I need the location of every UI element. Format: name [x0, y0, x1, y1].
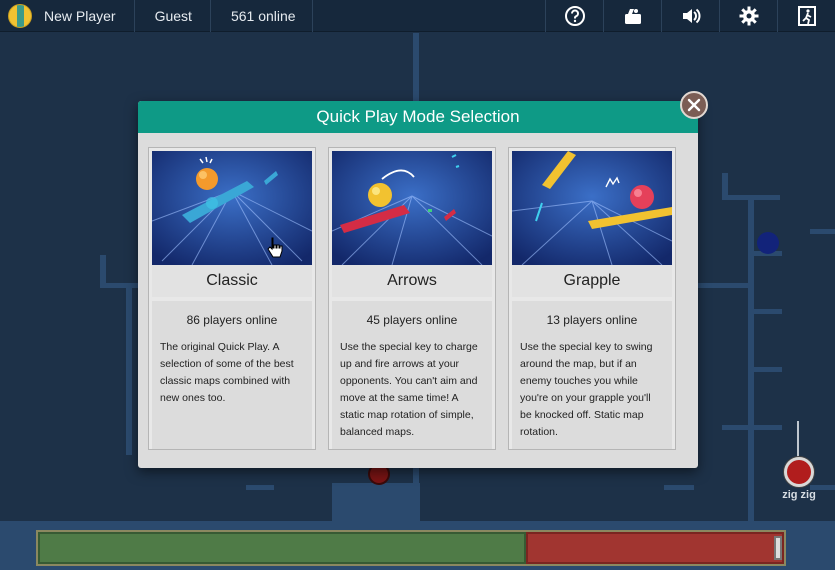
- mode-player-count: 45 players online: [366, 313, 458, 327]
- mode-player-count: 86 players online: [186, 313, 278, 327]
- grapple-image: [512, 151, 672, 265]
- map-platform: [413, 33, 419, 103]
- settings-button[interactable]: [719, 0, 777, 32]
- camera-button[interactable]: [603, 0, 661, 32]
- close-icon: [687, 98, 701, 112]
- close-button[interactable]: [680, 91, 708, 119]
- account-status: Guest: [135, 0, 211, 32]
- map-platform: [810, 229, 835, 234]
- help-icon: [564, 6, 585, 26]
- online-count: 561 online: [211, 0, 313, 32]
- player-ball: [784, 457, 814, 487]
- settings-icon: [739, 6, 758, 26]
- bar-red-segment: [526, 532, 784, 564]
- mode-name: Arrows: [332, 265, 492, 297]
- bar-handle[interactable]: [774, 536, 782, 560]
- camera-icon: [624, 9, 641, 24]
- volume-icon: [682, 8, 700, 24]
- cursor-icon: [267, 237, 283, 258]
- map-platform: [722, 173, 728, 197]
- player-cell[interactable]: New Player: [0, 0, 135, 32]
- bar-green-segment: [38, 532, 526, 564]
- opponent-ball: [757, 232, 779, 254]
- mode-card-classic[interactable]: Classic 86 players online The original Q…: [148, 147, 316, 450]
- map-platform: [100, 283, 138, 288]
- map-platform: [698, 283, 754, 288]
- volume-button[interactable]: [661, 0, 719, 32]
- map-platform: [748, 433, 754, 523]
- map-platform: [126, 283, 132, 455]
- exit-icon: [797, 6, 816, 26]
- classic-image: [152, 151, 312, 265]
- mode-description: Use the special key to charge up and fir…: [340, 341, 478, 438]
- map-platform: [722, 425, 782, 430]
- mode-details: 86 players online The original Quick Pla…: [152, 301, 312, 449]
- dialog-title: Quick Play Mode Selection: [138, 101, 698, 133]
- mode-description: Use the special key to swing around the …: [520, 341, 653, 438]
- player-indicator: [797, 421, 799, 457]
- map-platform: [332, 483, 420, 523]
- mode-name: Grapple: [512, 265, 672, 297]
- arrows-image: [332, 151, 492, 265]
- mode-name: Classic: [152, 265, 312, 297]
- map-platform: [748, 195, 754, 435]
- player-name[interactable]: New Player: [44, 8, 134, 24]
- map-platform: [664, 485, 694, 490]
- mode-cards: Classic 86 players online The original Q…: [148, 147, 688, 450]
- map-platform: [246, 485, 274, 490]
- map-platform: [748, 309, 782, 314]
- player-label: zig zig: [782, 489, 816, 501]
- exit-button[interactable]: [777, 0, 835, 32]
- avatar[interactable]: [8, 3, 32, 28]
- quick-play-dialog: Quick Play Mode Selection Classic 86 pla…: [138, 91, 708, 468]
- map-platform: [100, 255, 106, 285]
- mode-card-grapple[interactable]: Grapple 13 players online Use the specia…: [508, 147, 676, 450]
- mode-player-count: 13 players online: [546, 313, 638, 327]
- mode-details: 45 players online Use the special key to…: [332, 301, 492, 449]
- help-button[interactable]: [545, 0, 603, 32]
- map-platform: [748, 367, 782, 372]
- toolbar-icons: [545, 0, 835, 32]
- bottom-bar: [36, 530, 786, 566]
- top-bar: New Player Guest 561 online: [0, 0, 835, 32]
- mode-card-arrows[interactable]: Arrows 45 players online Use the special…: [328, 147, 496, 450]
- mode-description: The original Quick Play. A selection of …: [160, 341, 294, 404]
- mode-details: 13 players online Use the special key to…: [512, 301, 672, 449]
